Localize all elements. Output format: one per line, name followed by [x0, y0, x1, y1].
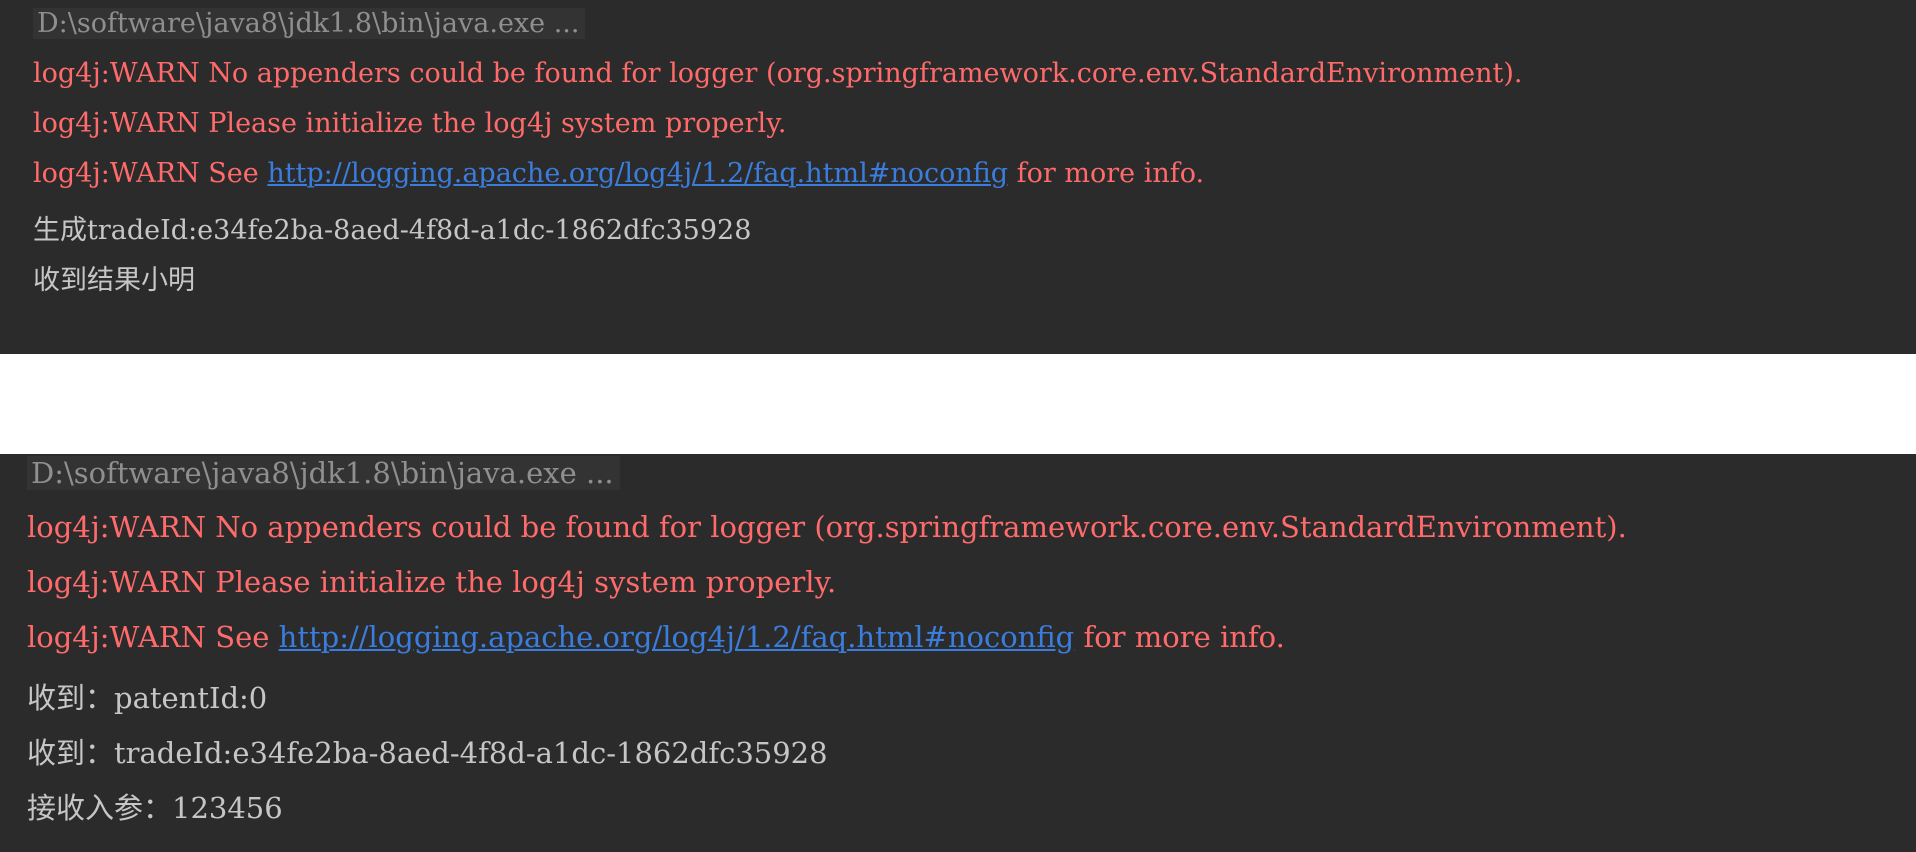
console-output-top: D:\software\java8\jdk1.8\bin\java.exe ..… [0, 0, 1916, 354]
output-line: 收到：tradeId:e34fe2ba-8aed-4f8d-a1dc-1862d… [27, 736, 828, 770]
command-text[interactable]: D:\software\java8\jdk1.8\bin\java.exe ..… [33, 8, 586, 39]
log4j-faq-link[interactable]: http://logging.apache.org/log4j/1.2/faq.… [279, 620, 1075, 654]
warn-suffix: for more info. [1008, 158, 1205, 189]
warn-prefix: log4j:WARN See [33, 158, 268, 189]
warn-prefix: log4j:WARN See [27, 620, 279, 654]
warn-line: log4j:WARN Please initialize the log4j s… [33, 108, 787, 139]
console-output-bottom: D:\software\java8\jdk1.8\bin\java.exe ..… [0, 454, 1916, 852]
separator [0, 354, 1916, 454]
command-line: D:\software\java8\jdk1.8\bin\java.exe ..… [33, 8, 586, 39]
warn-line: log4j:WARN No appenders could be found f… [33, 58, 1523, 89]
output-line: 收到结果小明 [33, 265, 195, 296]
warn-line-with-link: log4j:WARN See http://logging.apache.org… [33, 158, 1204, 189]
command-text[interactable]: D:\software\java8\jdk1.8\bin\java.exe ..… [27, 456, 620, 490]
warn-suffix: for more info. [1074, 620, 1285, 654]
warn-line: log4j:WARN Please initialize the log4j s… [27, 565, 837, 599]
warn-line-with-link: log4j:WARN See http://logging.apache.org… [27, 620, 1285, 654]
warn-line: log4j:WARN No appenders could be found f… [27, 510, 1627, 544]
command-line: D:\software\java8\jdk1.8\bin\java.exe ..… [27, 456, 620, 490]
output-line: 收到：patentId:0 [27, 681, 268, 715]
output-line: 接收入参：123456 [27, 791, 283, 825]
log4j-faq-link[interactable]: http://logging.apache.org/log4j/1.2/faq.… [267, 158, 1008, 189]
output-line: 生成tradeId:e34fe2ba-8aed-4f8d-a1dc-1862df… [33, 215, 752, 246]
